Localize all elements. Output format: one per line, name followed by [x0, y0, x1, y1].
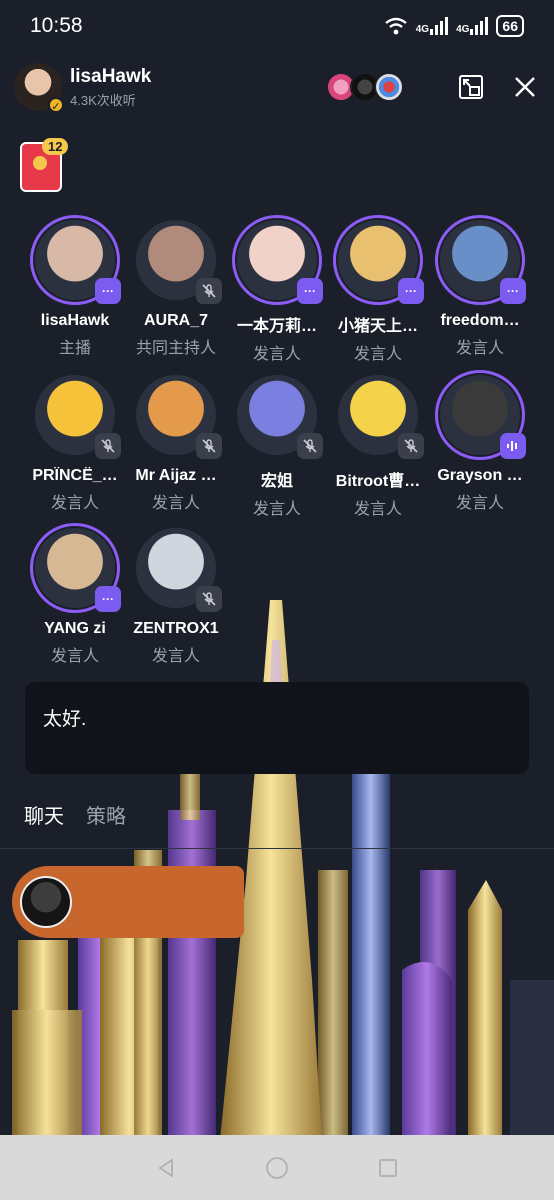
pinned-message: 太好.	[25, 682, 529, 774]
room-header: ✓ lisaHawk 4.3K次收听	[14, 60, 540, 114]
speaker-role: 发言人	[50, 648, 99, 665]
status-time: 10:58	[30, 14, 83, 37]
close-icon	[515, 77, 535, 97]
speaker-role: 发言人	[353, 346, 402, 363]
mic-muted-icon	[398, 433, 424, 459]
speaker-name: Grayson …	[437, 467, 523, 484]
home-circle-icon	[266, 1156, 288, 1179]
mic-muted-icon	[196, 433, 222, 459]
speaker-name: ZENTROX1	[133, 620, 219, 637]
speaker-name: AURA_7	[143, 312, 208, 329]
listener-avatars[interactable]	[326, 72, 404, 102]
mic-muted-icon	[297, 433, 323, 459]
speaker-tile[interactable]: ··· lisaHawk 主播	[23, 215, 127, 358]
recents-button[interactable]	[376, 1156, 400, 1180]
more-dots-icon: ···	[95, 278, 121, 304]
speaker-tile[interactable]: Mr Aijaz … 发言人	[124, 375, 228, 513]
speaker-tile[interactable]: ··· 一本万莉… 发言人	[225, 215, 329, 364]
wifi-icon	[384, 17, 407, 35]
more-dots-icon: ···	[500, 278, 526, 304]
speaker-name: PRÏNCË_…	[32, 467, 118, 484]
speaker-tile[interactable]: ··· 小猪天上… 发言人	[326, 215, 430, 364]
speaker-name: YANG zi	[44, 620, 106, 637]
recents-square-icon	[379, 1158, 398, 1177]
speaker-tile[interactable]: 宏姐 发言人	[225, 375, 329, 519]
tab-chat[interactable]: 聊天	[24, 800, 64, 829]
signal-strength-2: 4G	[456, 17, 489, 35]
tab-strategy[interactable]: 策略	[86, 800, 126, 829]
speaker-avatar[interactable]	[136, 528, 222, 612]
speaker-avatar[interactable]	[35, 375, 121, 459]
speaker-role: 发言人	[353, 501, 402, 518]
speaker-avatar[interactable]	[338, 375, 424, 459]
picture-in-picture-icon	[459, 75, 483, 99]
speaker-role: 发言人	[151, 648, 200, 665]
speaker-tile[interactable]: ··· YANG zi 发言人	[23, 523, 127, 666]
signal-label-2: 4G	[456, 24, 470, 35]
more-dots-icon: ···	[95, 586, 121, 612]
mic-muted-icon	[196, 586, 222, 612]
speaker-avatar[interactable]: ···	[435, 215, 526, 305]
speaker-name: lisaHawk	[40, 312, 110, 329]
speaker-avatar[interactable]: ···	[30, 523, 121, 613]
speaker-avatar[interactable]	[136, 220, 222, 304]
close-button[interactable]	[510, 72, 540, 102]
chat-user-avatar	[20, 876, 72, 928]
mic-muted-icon	[196, 278, 222, 304]
mic-muted-icon	[95, 433, 121, 459]
red-packet-count: 12	[42, 138, 69, 155]
host-name: lisaHawk	[70, 65, 152, 87]
signal-label-1: 4G	[415, 24, 430, 35]
speaker-name: 小猪天上…	[337, 318, 418, 335]
back-triangle-icon	[158, 1157, 173, 1178]
speaker-tile[interactable]: ··· freedom… 发言人	[428, 215, 532, 358]
back-button[interactable]	[154, 1156, 178, 1180]
speaker-name: 一本万莉…	[236, 318, 317, 335]
listener-count: 4.3K次收听	[70, 92, 136, 108]
speaker-avatar[interactable]: ···	[333, 215, 424, 305]
verified-badge-icon: ✓	[48, 97, 64, 113]
listener-avatar	[374, 72, 404, 102]
speaker-role: 发言人	[455, 495, 504, 512]
host-avatar[interactable]: ✓	[14, 63, 64, 113]
home-button[interactable]	[265, 1156, 289, 1180]
speaker-tile[interactable]: Grayson … 发言人	[428, 370, 532, 513]
speaker-avatar[interactable]	[237, 375, 323, 459]
status-bar: 10:58 4G 4G 66	[0, 0, 554, 52]
chat-message-card[interactable]	[12, 866, 244, 938]
signal-strength-1: 4G	[415, 17, 449, 35]
speaker-tile[interactable]: PRÏNCË_… 发言人	[23, 375, 127, 513]
system-nav-bar	[0, 1135, 554, 1200]
speaker-role: 发言人	[455, 340, 504, 357]
speaker-role: 主播	[58, 340, 91, 357]
more-dots-icon: ···	[398, 278, 424, 304]
host-info[interactable]: lisaHawk 4.3K次收听	[70, 66, 151, 109]
tabs-divider	[0, 848, 554, 849]
speaker-role: 发言人	[151, 495, 200, 512]
speaker-tile[interactable]: Bitroot曹… 发言人	[326, 375, 430, 519]
speaker-avatar[interactable]	[435, 370, 526, 460]
speaker-role: 发言人	[252, 501, 301, 518]
speaker-tile[interactable]: AURA_7 共同主持人	[124, 220, 228, 358]
speaker-avatar[interactable]: ···	[30, 215, 121, 305]
speaker-role: 发言人	[252, 346, 301, 363]
speaker-avatar[interactable]	[136, 375, 222, 459]
speaker-avatar[interactable]: ···	[232, 215, 323, 305]
coin-icon	[33, 156, 47, 170]
speaker-role: 发言人	[50, 495, 99, 512]
speaking-wave-icon	[500, 433, 526, 459]
speaker-name: 宏姐	[260, 473, 293, 490]
more-dots-icon: ···	[297, 278, 323, 304]
pinned-message-text: 太好.	[43, 709, 87, 730]
red-packet-button[interactable]: 12	[20, 138, 69, 192]
minimize-button[interactable]	[456, 72, 486, 102]
chat-tabs: 聊天 策略	[24, 800, 126, 829]
speaker-name: freedom…	[440, 312, 520, 329]
speaker-role: 共同主持人	[135, 340, 216, 357]
speaker-name: Mr Aijaz …	[135, 467, 217, 484]
speaker-tile[interactable]: ZENTROX1 发言人	[124, 528, 228, 666]
status-icons: 4G 4G 66	[384, 15, 524, 37]
battery-indicator: 66	[496, 15, 524, 37]
speaker-name: Bitroot曹…	[335, 473, 421, 490]
